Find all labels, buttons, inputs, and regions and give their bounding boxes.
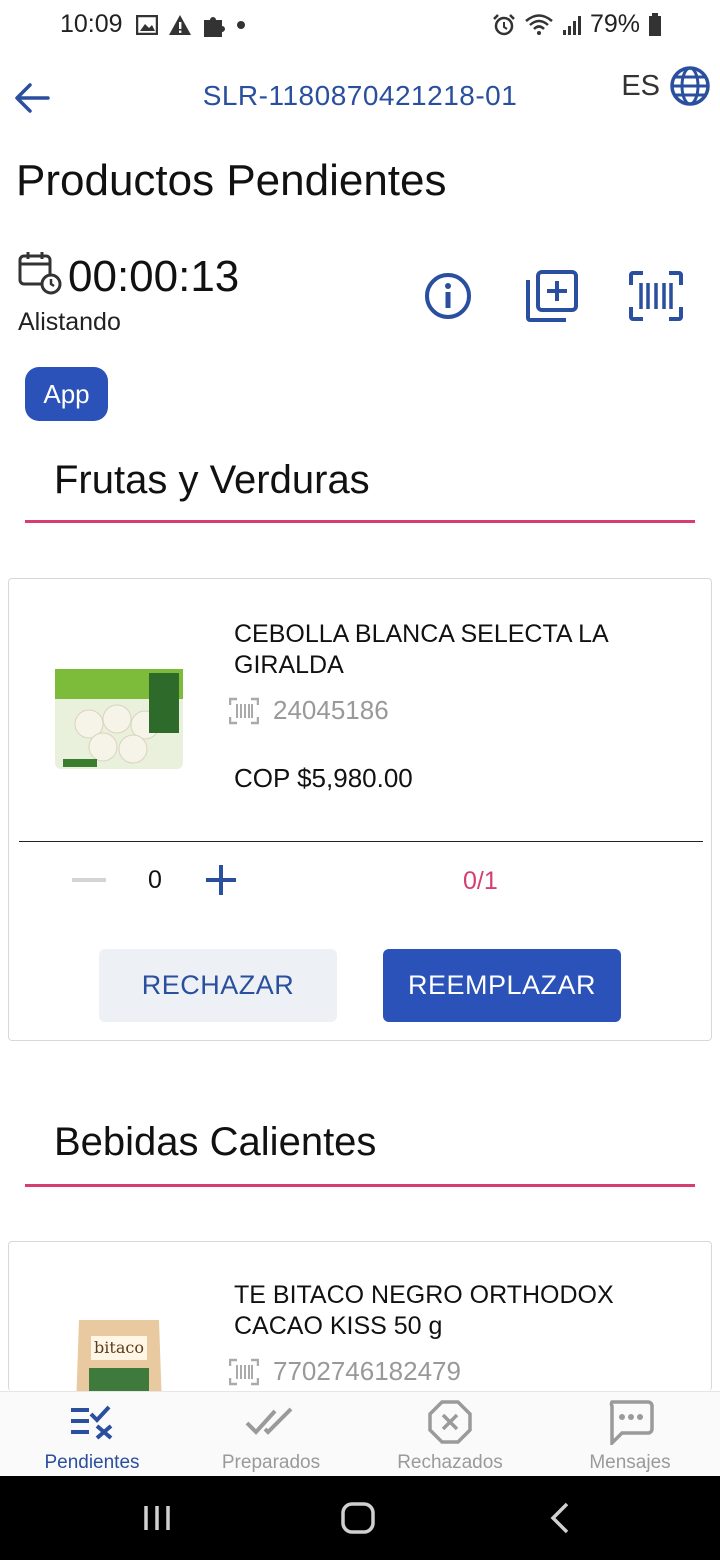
product-image: bitaco (76, 1320, 162, 1391)
barcode-icon (229, 1358, 259, 1385)
nav-label: Mensajes (589, 1452, 671, 1473)
product-code-value: 7702746182479 (273, 1356, 461, 1386)
globe-icon (670, 66, 710, 106)
barcode-scan-icon (629, 271, 683, 321)
product-card: bitaco TE BITACO NEGRO ORTHODOX CACAO KI… (8, 1241, 712, 1391)
elapsed-timer: 00:00:13 (68, 252, 240, 301)
system-navigation-bar (0, 1476, 720, 1560)
product-price: COP $5,980.00 (234, 763, 413, 793)
reject-button[interactable]: RECHAZAR (99, 949, 337, 1022)
picked-progress: 0/1 (463, 867, 498, 895)
language-selector[interactable]: ES (621, 66, 710, 106)
signal-icon (562, 15, 581, 35)
chevron-left-icon (550, 1502, 569, 1534)
message-bubble-icon (609, 1400, 654, 1445)
language-code: ES (621, 69, 660, 102)
wifi-icon (525, 13, 553, 35)
section-title: Bebidas Calientes (54, 1120, 377, 1164)
status-time: 10:09 (60, 10, 123, 38)
svg-text:bitaco: bitaco (94, 1338, 144, 1357)
plus-icon (206, 865, 236, 895)
home-icon (341, 1502, 375, 1534)
nav-rechazados[interactable]: Rechazados (360, 1392, 540, 1477)
product-name: TE BITACO NEGRO ORTHODOX CACAO KISS 50 g (234, 1281, 614, 1340)
gallery-icon (136, 15, 158, 35)
calendar-clock-icon (18, 252, 62, 295)
home-button[interactable] (328, 1498, 388, 1538)
timer-row: 00:00:13 Alistando (18, 248, 708, 348)
info-button[interactable] (418, 266, 478, 326)
product-code: 7702746182479 (229, 1356, 461, 1387)
warning-icon (169, 15, 191, 35)
puzzle-icon (204, 17, 225, 37)
nav-preparados[interactable]: Preparados (181, 1392, 361, 1477)
section-underline (25, 1184, 695, 1187)
pending-list-icon (71, 1405, 113, 1440)
nav-label: Preparados (221, 1452, 321, 1473)
order-state: Alistando (18, 308, 121, 336)
product-card: CEBOLLA BLANCA SELECTA LA GIRALDA 240451… (8, 578, 712, 1041)
rejected-octagon-icon (428, 1400, 472, 1444)
recent-apps-button[interactable] (127, 1498, 187, 1538)
app-header: SLR-1180870421218-01 ES (0, 60, 720, 140)
quantity-value: 0 (148, 865, 162, 894)
section-title: Frutas y Verduras (54, 458, 370, 502)
product-image (55, 669, 183, 769)
increase-button[interactable] (201, 860, 241, 900)
replace-button[interactable]: REEMPLAZAR (383, 949, 621, 1022)
nav-label: Rechazados (397, 1452, 503, 1473)
scan-barcode-button[interactable] (626, 266, 686, 326)
nav-pendientes[interactable]: Pendientes (2, 1392, 182, 1477)
add-product-button[interactable] (522, 266, 582, 326)
quantity-stepper: 0 (69, 860, 241, 900)
barcode-icon (229, 697, 259, 724)
bottom-navigation: Pendientes Preparados Rechazados Mensaje… (0, 1391, 720, 1476)
product-code: 24045186 (229, 695, 389, 726)
battery-icon (649, 12, 661, 36)
product-code-value: 24045186 (273, 695, 389, 725)
section-underline (25, 520, 695, 523)
product-name: CEBOLLA BLANCA SELECTA LA GIRALDA (234, 620, 608, 679)
order-id: SLR-1180870421218-01 (202, 80, 518, 111)
page-title: Productos Pendientes (16, 156, 447, 205)
source-chip: App (25, 367, 108, 421)
card-divider (19, 841, 703, 842)
dot-icon (237, 21, 245, 29)
system-back-button[interactable] (530, 1498, 590, 1538)
battery-percent: 79% (589, 10, 640, 38)
library-add-icon (526, 270, 578, 322)
status-bar: 10:09 79% (0, 0, 720, 52)
info-icon (425, 273, 471, 319)
alarm-icon (493, 13, 515, 35)
minus-icon (72, 878, 106, 882)
nav-mensajes[interactable]: Mensajes (540, 1392, 720, 1477)
double-check-icon (245, 1407, 293, 1435)
decrease-button[interactable] (69, 860, 109, 900)
recent-apps-icon (144, 1506, 170, 1530)
nav-label: Pendientes (44, 1452, 140, 1473)
